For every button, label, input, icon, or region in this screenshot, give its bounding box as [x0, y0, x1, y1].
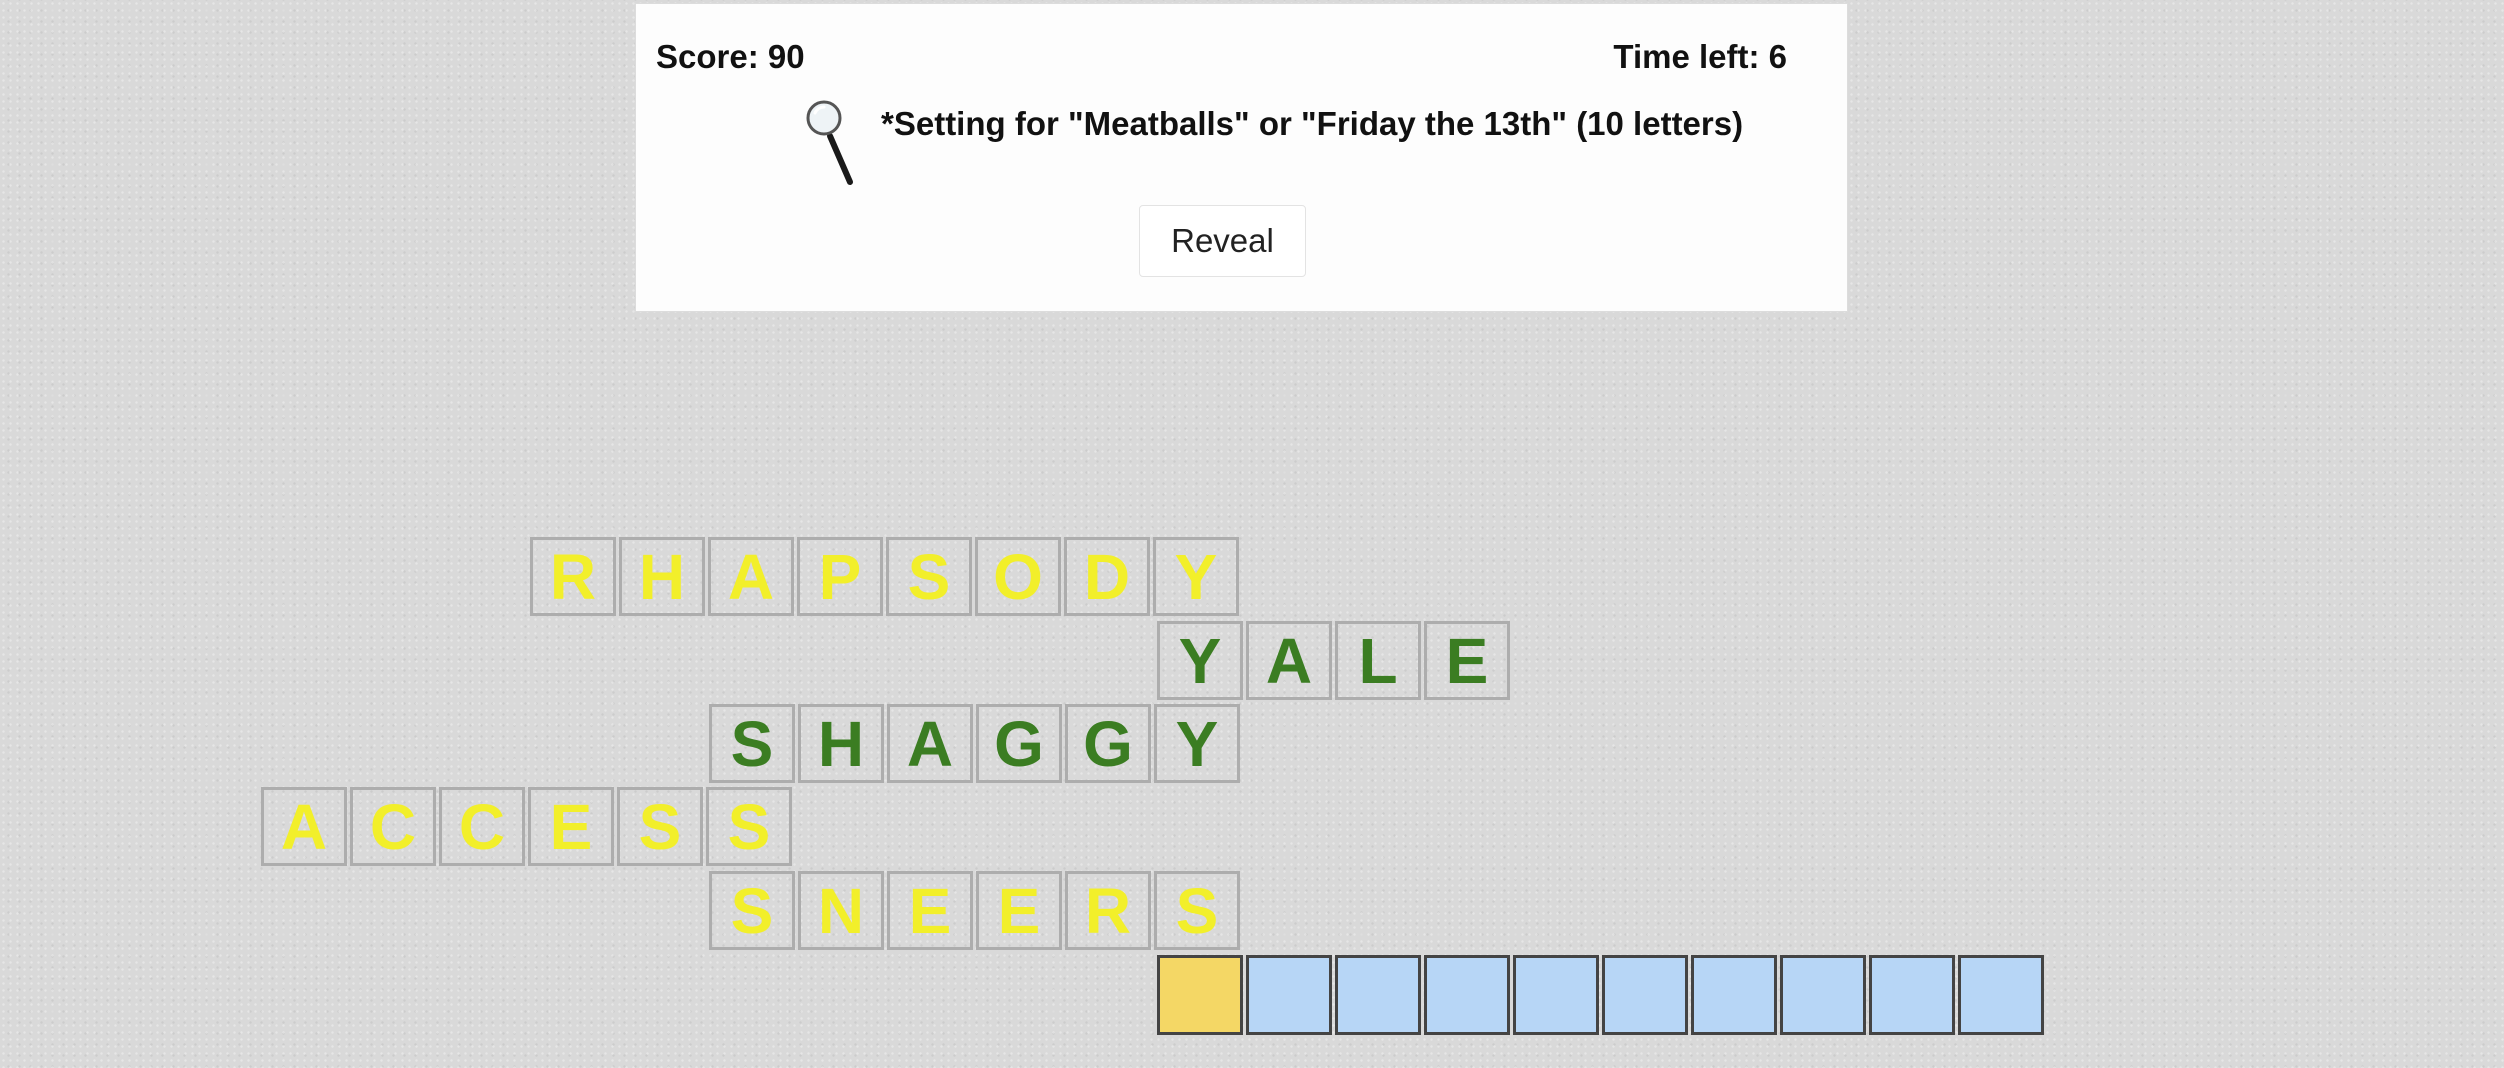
magnifying-glass-icon	[806, 100, 853, 185]
answer-cell[interactable]	[1958, 955, 2044, 1035]
letter-cell: S	[709, 871, 795, 950]
clue-panel: Score: 90 Time left: 6 *Setting for "Mea…	[635, 3, 1848, 312]
letter-cell: R	[1065, 871, 1151, 950]
clue-text: *Setting for "Meatballs" or "Friday the …	[881, 105, 1744, 142]
word-row-yale: Y A L E	[1157, 621, 1510, 700]
letter-cell: S	[1154, 871, 1240, 950]
letter-cell: A	[708, 537, 794, 616]
letter-cell: O	[975, 537, 1061, 616]
letter-cell: N	[798, 871, 884, 950]
letter-cell: P	[797, 537, 883, 616]
answer-row	[1157, 955, 2044, 1035]
answer-cell[interactable]	[1246, 955, 1332, 1035]
letter-cell: S	[617, 787, 703, 866]
letter-cell: Y	[1157, 621, 1243, 700]
answer-cell[interactable]	[1335, 955, 1421, 1035]
reveal-button[interactable]: Reveal	[1139, 205, 1306, 277]
letter-cell: S	[706, 787, 792, 866]
letter-cell: H	[798, 704, 884, 783]
letter-cell: A	[887, 704, 973, 783]
letter-cell: Y	[1153, 537, 1239, 616]
letter-cell: L	[1335, 621, 1421, 700]
letter-cell: E	[976, 871, 1062, 950]
answer-cell[interactable]	[1602, 955, 1688, 1035]
answer-cell[interactable]	[1869, 955, 1955, 1035]
letter-cell: Y	[1154, 704, 1240, 783]
letter-cell: A	[261, 787, 347, 866]
answer-cell[interactable]	[1691, 955, 1777, 1035]
word-row-access: A C C E S S	[261, 787, 792, 866]
letter-cell: E	[887, 871, 973, 950]
letter-cell: C	[439, 787, 525, 866]
score-display: Score: 90	[656, 38, 805, 75]
letter-cell: C	[350, 787, 436, 866]
answer-cell[interactable]	[1424, 955, 1510, 1035]
time-left-display: Time left: 6	[1613, 38, 1787, 75]
letter-cell: H	[619, 537, 705, 616]
letter-cell: E	[528, 787, 614, 866]
letter-cell: S	[886, 537, 972, 616]
letter-cell: G	[1065, 704, 1151, 783]
letter-cell: A	[1246, 621, 1332, 700]
answer-cell-active[interactable]	[1157, 955, 1243, 1035]
word-row-rhapsody: R H A P S O D Y	[530, 537, 1239, 616]
letter-cell: G	[976, 704, 1062, 783]
word-row-sneers: S N E E R S	[709, 871, 1240, 950]
letter-cell: R	[530, 537, 616, 616]
letter-cell: E	[1424, 621, 1510, 700]
answer-cell[interactable]	[1513, 955, 1599, 1035]
letter-cell: D	[1064, 537, 1150, 616]
letter-cell: S	[709, 704, 795, 783]
word-row-shaggy: S H A G G Y	[709, 704, 1240, 783]
answer-cell[interactable]	[1780, 955, 1866, 1035]
